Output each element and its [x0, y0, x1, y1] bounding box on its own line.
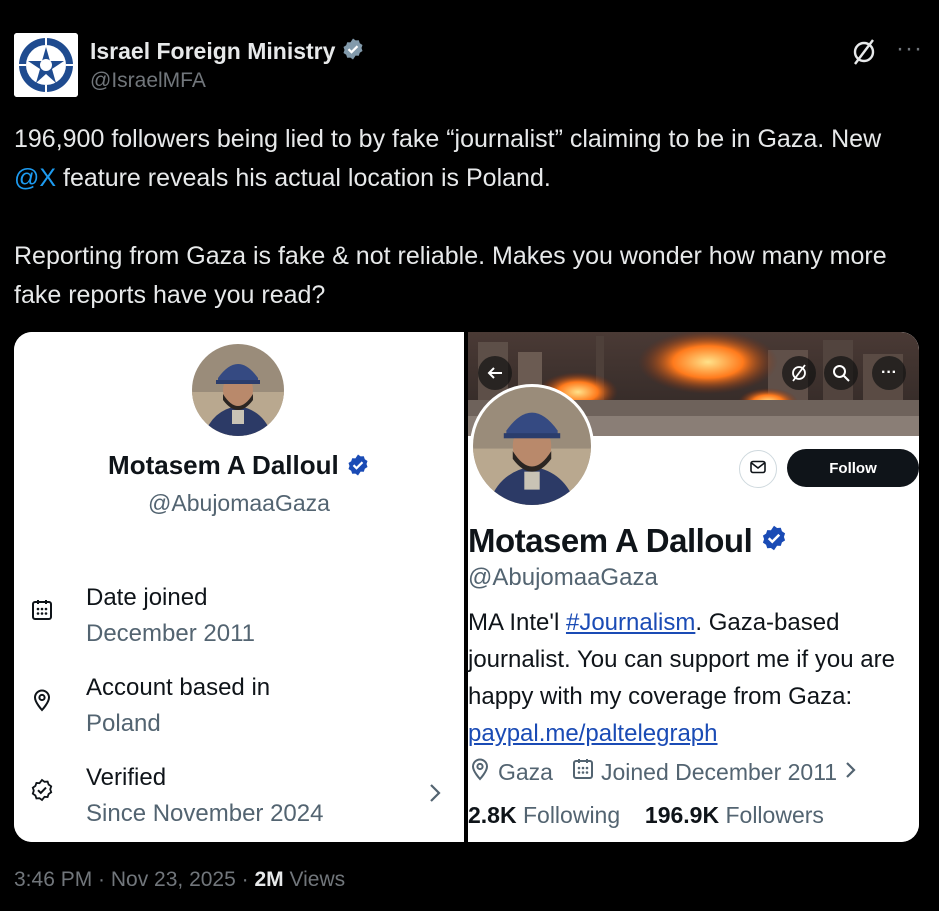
account-location-value: Poland [86, 710, 161, 737]
profile-location: Gaza [498, 758, 553, 785]
hashtag-link[interactable]: #Journalism [566, 609, 695, 636]
following-label: Following [516, 802, 621, 828]
tweet-text: 196,900 followers being lied to by fake … [14, 120, 919, 315]
followers-count: 196.9K [644, 802, 720, 828]
location-pin-icon [30, 688, 54, 712]
profile-photo [192, 344, 284, 436]
tweet-text-part1: 196,900 followers being lied to by fake … [14, 125, 889, 153]
profile-bio: MA Inte'l #Journalism. Gaza-based journa… [468, 604, 919, 752]
profile-screenshot-panel: ··· Follow Motasem A Dalloul @AbujomaaGa… [468, 332, 919, 842]
verified-badge-icon-large [760, 522, 788, 560]
author-name-row: Israel Foreign Ministry [90, 37, 365, 66]
author-avatar[interactable] [14, 33, 78, 97]
about-account-panel: Motasem A Dalloul @AbujomaaGaza Date joi… [14, 332, 464, 842]
bio-text-1: MA Inte'l [468, 609, 566, 636]
profile-name: Motasem A Dalloul [14, 450, 464, 484]
views-label: Views [283, 868, 346, 891]
views-count: 2M [254, 868, 284, 891]
grok-icon-small[interactable] [782, 356, 816, 390]
mention-link[interactable]: @X [14, 164, 56, 192]
profile-stats: 2.8K Following 196.9K Followers [468, 802, 824, 829]
tweet-text-part2: feature reveals his actual location is P… [14, 164, 887, 309]
following-count: 2.8K [468, 802, 517, 828]
account-location-label: Account based in [86, 674, 271, 701]
tweet-footer: 3:46 PM · Nov 23, 2025 · 2M Views [14, 868, 345, 892]
tweet-timestamp[interactable]: 3:46 PM · Nov 23, 2025 · [14, 868, 254, 891]
tweet-media[interactable]: Motasem A Dalloul @AbujomaaGaza Date joi… [14, 332, 919, 842]
author-handle[interactable]: @IsraelMFA [90, 69, 206, 93]
chevron-right-icon-small[interactable] [845, 759, 863, 786]
followers-label: Followers [719, 802, 824, 828]
tweet-header: Israel Foreign Ministry @IsraelMFA ··· [14, 33, 925, 101]
profile-joined-date: Joined December 2011 [600, 758, 838, 785]
search-icon[interactable] [824, 356, 858, 390]
author-display-name[interactable]: Israel Foreign Ministry [90, 38, 335, 65]
verified-badge-outline-icon [30, 778, 54, 802]
grok-icon[interactable] [849, 37, 879, 67]
message-button[interactable] [739, 450, 777, 488]
profile-handle-large: @AbujomaaGaza [468, 564, 658, 591]
calendar-icon [30, 598, 54, 622]
more-options-icon[interactable]: ··· [896, 35, 923, 63]
followers-stat[interactable]: 196.9K Followers [645, 802, 824, 828]
back-icon[interactable] [478, 356, 512, 390]
date-joined-label: Date joined [86, 584, 208, 611]
verified-value: Since November 2024 [86, 800, 324, 827]
calendar-icon-small [571, 757, 601, 787]
verified-badge-icon [346, 453, 370, 484]
envelope-icon [749, 458, 767, 481]
profile-photo-large [470, 384, 594, 508]
profile-handle: @AbujomaaGaza [148, 490, 330, 516]
profile-meta: Gaza Joined December 2011 [468, 757, 863, 787]
profile-name-large-text: Motasem A Dalloul [468, 522, 753, 559]
profile-name-text: Motasem A Dalloul [108, 450, 339, 480]
verified-gray-badge-icon [341, 37, 365, 66]
following-stat[interactable]: 2.8K Following [468, 802, 620, 828]
follow-button[interactable]: Follow [787, 449, 919, 487]
location-icon [468, 757, 498, 787]
verified-label: Verified [86, 764, 167, 791]
bio-external-link[interactable]: paypal.me/paltelegraph [468, 720, 718, 747]
profile-name-large: Motasem A Dalloul [468, 522, 788, 560]
date-joined-value: December 2011 [86, 620, 255, 647]
chevron-right-icon[interactable] [428, 782, 442, 804]
more-options-icon-small[interactable]: ··· [872, 356, 906, 390]
